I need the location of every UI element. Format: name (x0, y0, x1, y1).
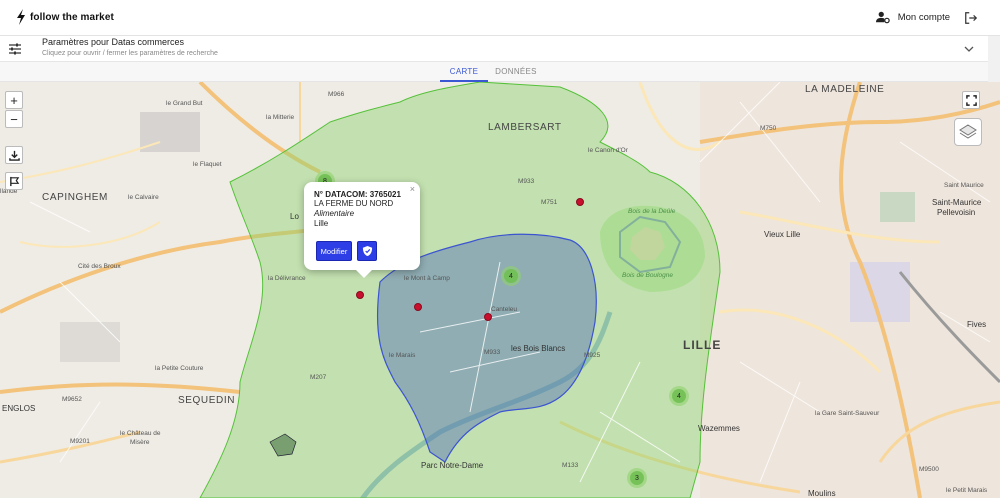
road-label: M933 (484, 349, 501, 356)
marker-cluster[interactable]: 3 (627, 468, 647, 488)
road-label: M9652 (62, 396, 82, 403)
place-label: Lo (290, 212, 299, 221)
logo-bolt-icon (17, 9, 25, 25)
road-label: M925 (584, 352, 601, 359)
logo-text: follow the market (30, 11, 114, 23)
place-label: le Marais (389, 352, 416, 359)
popup-city: Lille (314, 219, 329, 228)
shield-pin-icon (362, 245, 372, 257)
road-label: M751 (541, 199, 558, 206)
search-params-bar[interactable]: Paramètres pour Datas commerces Cliquez … (0, 36, 988, 62)
road-label: M966 (328, 91, 345, 98)
place-label: le Petit Marais (946, 487, 988, 494)
place-label: Bois de la Deûle (628, 208, 676, 215)
place-label: la Gare Saint-Sauveur (815, 410, 880, 417)
map-view[interactable]: LA MADELEINE LAMBERSART CAPINGHEM SEQUED… (0, 82, 1000, 498)
popup-shop-name: LA FERME DU NORD (314, 199, 394, 208)
place-label: Misère (130, 439, 150, 446)
road-label: M9201 (70, 438, 90, 445)
place-label: la Mitterie (266, 114, 295, 121)
top-bar: follow the market Mon compte (0, 0, 1000, 36)
place-label: LAMBERSART (488, 122, 562, 133)
road-label: M9500 (919, 466, 939, 473)
place-label: Wazemmes (698, 424, 740, 433)
draw-zone-button[interactable] (5, 172, 23, 190)
shop-popup: × N° DATACOM: 3765021 LA FERME DU NORD A… (304, 182, 420, 278)
account-button[interactable]: Mon compte (875, 10, 950, 24)
place-label: Bois de Boulogne (622, 272, 673, 279)
place-label: Parc Notre-Dame (421, 461, 484, 470)
place-label: ENGLOS (2, 404, 36, 413)
locate-button[interactable] (357, 241, 377, 261)
user-settings-icon (875, 11, 890, 24)
marker-cluster[interactable]: 4 (669, 386, 689, 406)
tab-donnees[interactable]: DONNÉES (492, 62, 540, 82)
place-label: les Bois Blancs (511, 344, 566, 353)
zoom-in-button[interactable]: + (5, 91, 23, 109)
place-label: Moulins (808, 489, 836, 498)
view-tabs: CARTE DONNÉES (0, 62, 988, 82)
place-label: Saint Maurice (944, 182, 984, 189)
logo[interactable]: follow the market (16, 9, 114, 25)
place-label: le Flaquet (193, 161, 222, 168)
flag-icon (9, 176, 19, 186)
download-icon (8, 150, 20, 161)
fullscreen-button[interactable] (962, 91, 980, 109)
place-label: le Grand But (166, 100, 203, 107)
place-label: LILLE (683, 338, 722, 352)
params-subtitle: Cliquez pour ouvrir / fermer les paramèt… (42, 50, 218, 57)
scrollbar[interactable] (988, 36, 1000, 82)
road-label: M750 (760, 125, 777, 132)
place-label: Pellevoisin (937, 208, 976, 217)
popup-close-button[interactable]: × (410, 184, 415, 194)
place-label: Saint-Maurice (932, 198, 982, 207)
place-label: LA MADELEINE (805, 84, 885, 95)
logout-icon[interactable] (964, 11, 978, 25)
place-label: la Petite Couture (155, 365, 204, 372)
place-label: SEQUEDIN (178, 395, 236, 406)
marker-cluster[interactable]: 4 (501, 266, 521, 286)
layers-icon (959, 124, 977, 139)
layers-button[interactable] (954, 118, 982, 146)
modify-button[interactable]: Modifier (316, 241, 352, 261)
sliders-icon (9, 43, 21, 55)
place-label: Fives (967, 320, 987, 329)
zoom-out-button[interactable]: − (5, 110, 23, 128)
shop-marker[interactable] (414, 303, 422, 311)
place-label: la Délivrance (268, 275, 306, 282)
place-label: Canteleu (491, 306, 518, 313)
place-label: CAPINGHEM (42, 192, 108, 203)
place-label: le Château de (120, 430, 161, 437)
road-label: M133 (562, 462, 579, 469)
account-label: Mon compte (897, 11, 950, 23)
road-label: M933 (518, 178, 535, 185)
fullscreen-icon (965, 94, 977, 106)
place-label: Vieux Lille (764, 230, 801, 239)
place-label: le Calvaire (128, 194, 159, 201)
popup-category: Alimentaire (314, 209, 355, 218)
shop-marker[interactable] (484, 313, 492, 321)
tab-carte[interactable]: CARTE (440, 62, 488, 82)
params-title: Paramètres pour Datas commerces (42, 37, 185, 47)
shop-marker[interactable] (576, 198, 584, 206)
download-button[interactable] (5, 146, 23, 164)
chevron-down-icon[interactable] (964, 44, 974, 54)
place-label: le Mont à Camp (404, 275, 450, 282)
place-label: le Canon d'Or (588, 147, 628, 154)
shop-marker[interactable] (356, 291, 364, 299)
popup-title: N° DATACOM: 3765021 (314, 190, 401, 199)
place-label: Cité des Broux (78, 263, 121, 270)
road-label: M207 (310, 374, 327, 381)
